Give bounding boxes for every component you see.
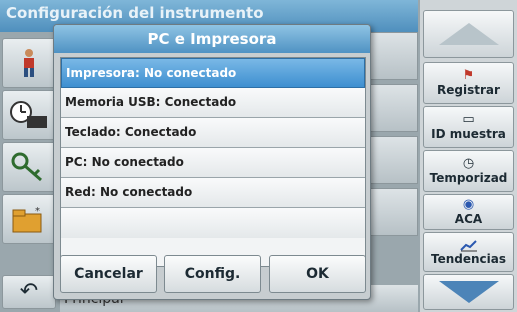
tendencias-label: Tendencias <box>430 252 506 266</box>
dialog-title: PC e Impresora <box>54 25 370 53</box>
list-item[interactable]: Memoria USB: Conectado <box>61 88 365 118</box>
config-button[interactable]: Config. <box>164 255 261 293</box>
list-item[interactable]: Teclado: Conectado <box>61 118 365 148</box>
arrow-up-icon <box>438 23 499 45</box>
registrar-button[interactable]: ⚑ Registrar <box>423 62 514 104</box>
operator-icon-button[interactable] <box>2 38 56 88</box>
svg-text:*: * <box>35 206 40 217</box>
back-button[interactable]: ↶ <box>2 275 56 309</box>
scroll-up-button[interactable] <box>423 10 514 58</box>
aca-label: ACA <box>454 212 483 226</box>
ok-button[interactable]: OK <box>269 255 366 293</box>
tendencias-button[interactable]: Tendencias <box>423 232 514 272</box>
connection-list: Impresora: No conectado Memoria USB: Con… <box>60 57 366 267</box>
aca-icon: ◉ <box>462 197 475 212</box>
key-icon <box>11 152 42 182</box>
list-item[interactable]: PC: No conectado <box>61 148 365 178</box>
folder-icon: * <box>12 206 42 233</box>
id-muestra-label: ID muestra <box>431 127 506 141</box>
back-arrow-icon: ↶ <box>19 279 39 304</box>
list-item[interactable] <box>61 208 365 238</box>
operator-icon <box>24 49 34 77</box>
cancel-button[interactable]: Cancelar <box>60 255 157 293</box>
id-muestra-button[interactable]: ▭ ID muestra <box>423 106 514 148</box>
sample-icon: ▭ <box>462 112 475 127</box>
list-item[interactable]: Red: No conectado <box>61 178 365 208</box>
clock-keyboard-icon <box>10 101 47 128</box>
scroll-down-button[interactable] <box>423 274 514 310</box>
trend-chart-icon <box>459 240 477 252</box>
dialog-button-row: Cancelar Config. OK <box>60 255 366 295</box>
registrar-label: Registrar <box>437 83 500 97</box>
clock-keyboard-icon-button[interactable] <box>2 90 56 140</box>
key-icon-button[interactable] <box>2 142 56 192</box>
list-item[interactable]: Impresora: No conectado <box>61 58 365 88</box>
timer-icon: ◷ <box>462 156 475 171</box>
temporizador-label: Temporizad <box>429 171 508 185</box>
pc-printer-dialog: PC e Impresora Impresora: No conectado M… <box>53 24 371 300</box>
left-icon-column: * <box>0 32 60 312</box>
folder-icon-button[interactable]: * <box>2 194 56 244</box>
temporizador-button[interactable]: ◷ Temporizad <box>423 150 514 192</box>
aca-button[interactable]: ◉ ACA <box>423 194 514 230</box>
arrow-down-icon <box>438 281 499 303</box>
right-sidebar: ⚑ Registrar ▭ ID muestra ◷ Temporizad ◉ … <box>420 0 517 312</box>
operator-small-icon: ⚑ <box>462 68 475 83</box>
